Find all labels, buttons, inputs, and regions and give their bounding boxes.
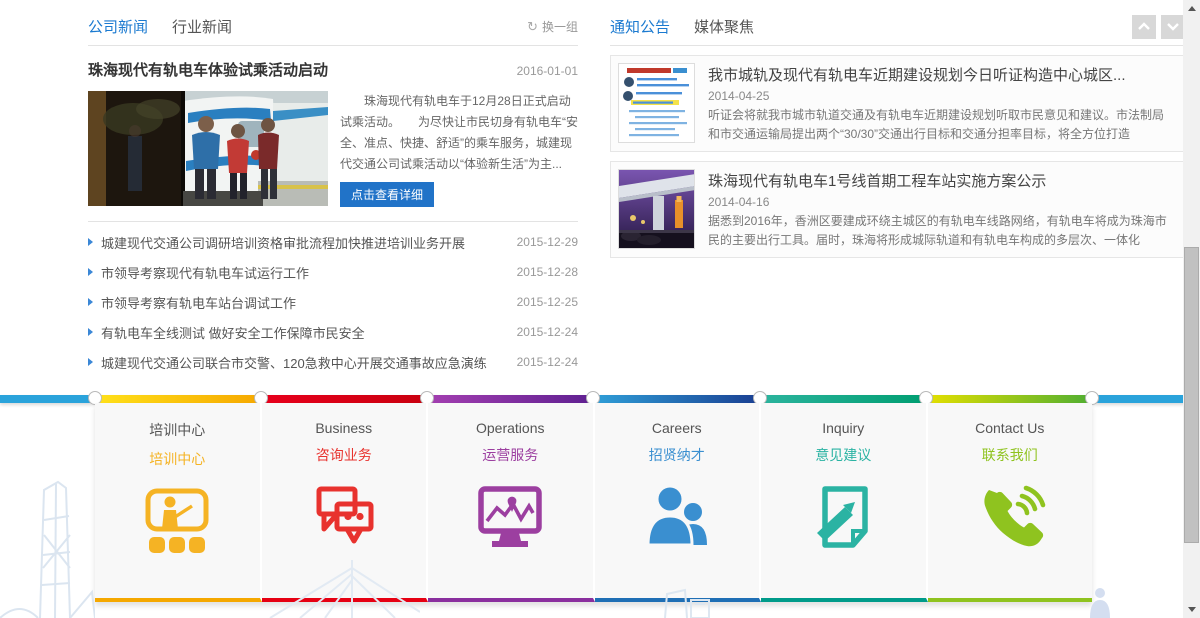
- quicklink-zh-label: 意见建议: [761, 445, 926, 465]
- news-list-item[interactable]: 市领导考察有轨电车站台调试工作 2015-12-25: [88, 287, 578, 317]
- ribbon-segment: [0, 395, 95, 403]
- triangle-bullet-icon: [88, 238, 93, 246]
- quicklink-inquiry[interactable]: Inquiry 意见建议: [761, 403, 928, 602]
- triangle-bullet-icon: [88, 358, 93, 366]
- triangle-bullet-icon: [88, 328, 93, 336]
- quicklink-en-label: Business: [262, 420, 427, 436]
- news-item-title: 市领导考察有轨电车站台调试工作: [101, 293, 296, 312]
- notice-date: 2014-04-25: [708, 89, 1174, 103]
- notice-excerpt: 据悉到2016年，香洲区要建成环绕主城区的有轨电车线路网络，有轨电车将成为珠海市…: [708, 212, 1174, 250]
- notice-card[interactable]: 珠海现代有轨电车1号线首期工程车站实施方案公示 2014-04-16 据悉到20…: [610, 161, 1185, 258]
- news-item-title: 城建现代交通公司联合市交警、120急救中心开展交通事故应急演练: [101, 353, 487, 372]
- scrollbar-up-arrow-icon: [1188, 6, 1196, 11]
- news-tabs-bar: 公司新闻 行业新闻 ↻ 换一组: [88, 8, 578, 46]
- notice-date: 2014-04-16: [708, 195, 1174, 209]
- news-item-date: 2015-12-24: [505, 355, 578, 369]
- quicklink-zh-label: 联系我们: [928, 445, 1093, 465]
- tab-industry-news[interactable]: 行业新闻: [172, 16, 232, 37]
- tab-company-news[interactable]: 公司新闻: [88, 16, 148, 37]
- quicklink-en-label: Operations: [428, 420, 593, 436]
- phone-icon: [928, 481, 1093, 557]
- triangle-bullet-icon: [88, 298, 93, 306]
- notice-title[interactable]: 我市城轨及现代有轨电车近期建设规划今日听证构造中心城区...: [708, 64, 1174, 85]
- view-detail-button[interactable]: 点击查看详细: [340, 182, 434, 207]
- news-item-date: 2015-12-25: [505, 295, 578, 309]
- quicklink-en-label: Contact Us: [928, 420, 1093, 436]
- training-icon: [95, 485, 260, 561]
- ribbon-segment: [593, 395, 760, 403]
- notice-title[interactable]: 珠海现代有轨电车1号线首期工程车站实施方案公示: [708, 170, 1174, 191]
- ribbon-segment: [261, 395, 427, 403]
- news-item-date: 2015-12-24: [505, 325, 578, 339]
- scrollbar-up-button[interactable]: [1183, 0, 1200, 17]
- triangle-bullet-icon: [88, 268, 93, 276]
- news-item-title: 城建现代交通公司调研培训资格审批流程加快推进培训业务开展: [101, 233, 465, 252]
- news-list-item[interactable]: 城建现代交通公司联合市交警、120急救中心开展交通事故应急演练 2015-12-…: [88, 347, 578, 377]
- company-news-panel: 公司新闻 行业新闻 ↻ 换一组 珠海现代有轨电车体验试乘活动启动 2016-01…: [88, 8, 578, 377]
- pencil-document-icon: [761, 481, 926, 557]
- people-icon: [595, 481, 760, 557]
- scrollbar-thumb[interactable]: [1184, 247, 1199, 543]
- quicklink-contact[interactable]: Contact Us 联系我们: [928, 403, 1093, 602]
- notice-thumbnail-tram-station: [618, 169, 695, 249]
- quicklink-zh-label: 培训中心: [95, 449, 260, 469]
- ribbon-segment: [760, 395, 926, 403]
- quicklink-en-label: Careers: [595, 420, 760, 436]
- quicklink-training[interactable]: 培训中心 培训中心: [95, 403, 262, 602]
- ribbon-segment: [95, 395, 261, 403]
- change-group-label: 换一组: [542, 18, 578, 35]
- tab-notices[interactable]: 通知公告: [610, 16, 670, 37]
- tab-media-focus[interactable]: 媒体聚焦: [694, 16, 754, 37]
- featured-article-excerpt: 珠海现代有轨电车于12月28日正式启动试乘活动。 为尽快让市民切身有轨电车“安全…: [340, 91, 578, 175]
- ribbon-segment: [926, 395, 1092, 403]
- featured-article-date: 2016-01-01: [517, 64, 578, 78]
- news-item-date: 2015-12-29: [505, 235, 578, 249]
- change-group-button[interactable]: ↻ 换一组: [527, 18, 578, 35]
- chat-bubbles-icon: [262, 481, 427, 557]
- scrollbar-down-arrow-icon: [1188, 607, 1196, 612]
- featured-article-title[interactable]: 珠海现代有轨电车体验试乘活动启动: [88, 59, 328, 80]
- notice-card[interactable]: 我市城轨及现代有轨电车近期建设规划今日听证构造中心城区... 2014-04-2…: [610, 55, 1185, 152]
- quicklink-zh-label: 运营服务: [428, 445, 593, 465]
- quicklink-zh-label: 咨询业务: [262, 445, 427, 465]
- featured-photo[interactable]: [88, 91, 328, 206]
- quicklink-careers[interactable]: Careers 招贤纳才: [595, 403, 762, 602]
- notice-panel: 通知公告 媒体聚焦: [610, 8, 1185, 258]
- news-item-title: 有轨电车全线测试 做好安全工作保障市民安全: [101, 323, 365, 342]
- scroll-up-button[interactable]: [1132, 15, 1156, 39]
- notice-thumbnail-planning-doc: [618, 63, 695, 143]
- news-list-item[interactable]: 有轨电车全线测试 做好安全工作保障市民安全 2015-12-24: [88, 317, 578, 347]
- quicklink-en-label: Inquiry: [761, 420, 926, 436]
- monitor-chart-icon: [428, 481, 593, 557]
- quicklinks-row: 培训中心 培训中心 Business 咨询业务: [95, 403, 1092, 602]
- notice-tabs-bar: 通知公告 媒体聚焦: [610, 8, 1185, 46]
- ribbon-segment: [427, 395, 593, 403]
- quicklink-en-label: 培训中心: [95, 420, 260, 440]
- news-list-item[interactable]: 城建现代交通公司调研培训资格审批流程加快推进培训业务开展 2015-12-29: [88, 227, 578, 257]
- chevron-up-icon: [1137, 22, 1151, 31]
- news-list-item[interactable]: 市领导考察现代有轨电车试运行工作 2015-12-28: [88, 257, 578, 287]
- scrollbar-down-button[interactable]: [1183, 601, 1200, 618]
- quicklink-operations[interactable]: Operations 运营服务: [428, 403, 595, 602]
- news-item-title: 市领导考察现代有轨电车试运行工作: [101, 263, 309, 282]
- skyline-sketch-left: [0, 460, 95, 618]
- chevron-down-icon: [1166, 22, 1180, 31]
- notice-excerpt: 听证会将就我市城市轨道交通及有轨电车近期建设规划听取市民意见和建议。市法制局和市…: [708, 106, 1174, 144]
- vertical-scrollbar[interactable]: [1183, 0, 1200, 618]
- news-list: 城建现代交通公司调研培训资格审批流程加快推进培训业务开展 2015-12-29 …: [88, 227, 578, 377]
- featured-article: 珠海现代有轨电车体验试乘活动启动 2016-01-01: [88, 46, 578, 222]
- scroll-down-button[interactable]: [1161, 15, 1185, 39]
- quicklink-zh-label: 招贤纳才: [595, 445, 760, 465]
- refresh-icon: ↻: [527, 19, 538, 35]
- colored-ribbon: [0, 395, 1200, 403]
- quicklink-business[interactable]: Business 咨询业务: [262, 403, 429, 602]
- news-item-date: 2015-12-28: [505, 265, 578, 279]
